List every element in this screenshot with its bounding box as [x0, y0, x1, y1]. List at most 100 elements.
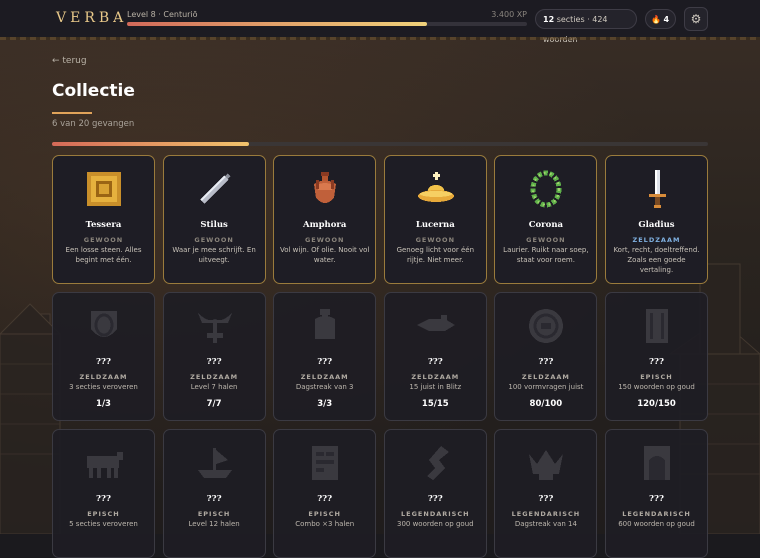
card-rarity: LEGENDARISCH — [401, 510, 470, 518]
collection-card[interactable]: ??? LEGENDARISCH 600 woorden op goud — [605, 429, 708, 558]
card-description: Genoeg licht voor één rijtje. Niet meer. — [396, 246, 475, 264]
card-description: Een losse steen. Alles begint met één. — [65, 246, 142, 264]
vase-silhouette-icon — [304, 305, 346, 347]
card-description: Kort, recht, doeltreffend. Zoals een goe… — [613, 246, 700, 274]
crown-silhouette-icon — [525, 442, 567, 484]
bull-silhouette-icon — [83, 442, 125, 484]
card-name: ??? — [96, 494, 111, 504]
collection-card[interactable]: ??? EPISCH 150 woorden op goud 120/150 — [605, 292, 708, 421]
card-progress: 120/150 — [637, 399, 676, 409]
card-description: Dagstreak van 14 — [514, 520, 577, 528]
ship-silhouette-icon — [194, 442, 236, 484]
card-description: Combo ×3 halen — [295, 520, 355, 528]
collection-card[interactable]: ??? EPISCH 5 secties veroveren — [52, 429, 155, 558]
tile-icon — [83, 168, 125, 210]
collection-card[interactable]: Lucerna GEWOON Genoeg licht voor één rijtj… — [383, 155, 487, 284]
streak-pill[interactable]: 🔥 4 — [645, 9, 676, 29]
card-rarity: ZELDZAAM — [79, 373, 128, 381]
card-name: ??? — [538, 357, 554, 367]
card-description: 100 vormvragen juist — [508, 383, 584, 391]
gear-icon: ⚙ — [690, 12, 702, 26]
card-progress: 7/7 — [206, 399, 222, 409]
tablet-silhouette-icon — [304, 442, 346, 484]
streak-count: 4 — [663, 15, 670, 24]
card-rarity: GEWOON — [415, 236, 456, 244]
collection-page: ← terug Collectie 6 van 20 gevangen Tess… — [0, 40, 760, 558]
card-description: Waar je mee schrijft. En uitveegt. — [172, 246, 256, 264]
card-description: Level 12 halen — [188, 520, 240, 528]
laurel-wreath-icon — [525, 168, 567, 210]
card-progress: 1/3 — [96, 399, 111, 409]
amphora-icon — [304, 168, 346, 210]
card-name: ??? — [206, 494, 222, 504]
collection-card[interactable]: ??? ZELDZAAM 3 secties veroveren 1/3 — [52, 292, 155, 421]
flame-icon: 🔥 — [651, 15, 661, 24]
card-name: ??? — [206, 357, 222, 367]
card-rarity: GEWOON — [194, 236, 234, 244]
card-rarity: ZELDZAAM — [411, 373, 460, 381]
xp-progress-fill — [127, 22, 427, 26]
collection-card[interactable]: ??? ZELDZAAM 15 juist in Blitz 15/15 — [383, 292, 487, 421]
card-name: Stilus — [200, 220, 228, 230]
stats-pill[interactable]: 12 secties · 424 woorden — [535, 9, 637, 44]
stylus-icon — [194, 168, 236, 210]
page-subtitle: 6 van 20 gevangen — [52, 119, 135, 129]
card-rarity: LEGENDARISCH — [622, 510, 691, 518]
card-rarity: EPISCH — [640, 373, 673, 381]
page-title: Collectie — [52, 81, 135, 101]
card-name: ??? — [427, 494, 443, 504]
gate-silhouette-icon — [636, 442, 678, 484]
card-name: ??? — [317, 494, 333, 504]
card-rarity: EPISCH — [308, 510, 341, 518]
collection-card[interactable]: Corona GEWOON Laurier. Ruikt naar soep, st… — [494, 155, 598, 284]
card-progress: 80/100 — [529, 399, 563, 409]
card-name: ??? — [538, 494, 554, 504]
card-name: Lucerna — [415, 220, 455, 230]
eagle-standard-silhouette-icon — [194, 305, 236, 347]
card-description: 300 woorden op goud — [396, 520, 474, 528]
oil-lamp-icon — [415, 168, 457, 210]
collection-card[interactable]: ??? LEGENDARISCH Dagstreak van 14 — [494, 429, 598, 558]
level-label: Level 8 · Centuriō — [127, 10, 198, 19]
app-logo: VERBA — [56, 10, 128, 26]
card-rarity: EPISCH — [197, 510, 231, 518]
card-description: Dagstreak van 3 — [295, 383, 354, 391]
collection-card[interactable]: Amphora GEWOON Vol wijn. Of olie. Nooit vo… — [273, 155, 377, 284]
back-link[interactable]: ← terug — [52, 56, 87, 66]
collection-progress-bar — [52, 142, 708, 146]
card-rarity: ZELDZAAM — [300, 373, 349, 381]
collection-card[interactable]: ??? ZELDZAAM Level 7 halen 7/7 — [162, 292, 266, 421]
card-rarity: GEWOON — [304, 236, 345, 244]
xp-progress-bar — [127, 22, 527, 26]
collection-card[interactable]: ??? LEGENDARISCH 300 woorden op goud — [383, 429, 487, 558]
card-name: ??? — [96, 357, 111, 367]
card-name: ??? — [427, 357, 443, 367]
card-progress: 15/15 — [421, 399, 449, 409]
settings-button[interactable]: ⚙ — [684, 7, 708, 31]
collection-card[interactable]: ??? ZELDZAAM Dagstreak van 3 3/3 — [273, 292, 377, 421]
card-name: Tessera — [85, 220, 122, 230]
collection-card[interactable]: ??? ZELDZAAM 100 vormvragen juist 80/100 — [494, 292, 598, 421]
card-rarity: ZELDZAAM — [521, 373, 570, 381]
sections-count: 12 — [543, 15, 555, 24]
card-rarity: GEWOON — [83, 236, 124, 244]
card-name: ??? — [649, 494, 664, 504]
collection-card[interactable]: ??? EPISCH Combo ×3 halen — [273, 429, 377, 558]
divider-stripe — [0, 37, 760, 40]
top-bar: VERBA Level 8 · Centuriō 3.400 XP 12 sec… — [0, 0, 760, 44]
card-description: 600 woorden op goud — [618, 520, 695, 528]
card-rarity: LEGENDARISCH — [511, 510, 581, 518]
card-description: 5 secties veroveren — [69, 520, 138, 528]
collection-card[interactable]: Gladius ZELDZAAM Kort, recht, doeltreffend… — [605, 155, 708, 284]
card-name: Gladius — [638, 220, 675, 230]
card-description: Level 7 halen — [190, 383, 238, 391]
card-rarity: EPISCH — [87, 510, 120, 518]
card-progress: 3/3 — [317, 399, 333, 409]
card-name: Corona — [528, 220, 564, 230]
collection-card[interactable]: Tessera GEWOON Een losse steen. Alles begi… — [52, 155, 155, 284]
bird-silhouette-icon — [415, 305, 457, 347]
collection-card[interactable]: Stilus GEWOON Waar je mee schrijft. En uit… — [162, 155, 266, 284]
card-name: ??? — [649, 357, 664, 367]
collection-card[interactable]: ??? EPISCH Level 12 halen — [162, 429, 266, 558]
card-rarity: GEWOON — [526, 236, 566, 244]
